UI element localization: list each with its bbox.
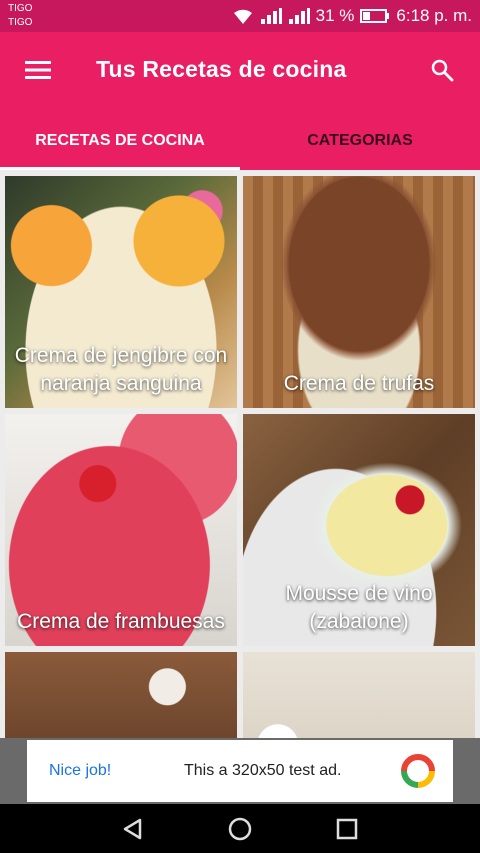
status-bar: TIGO TIGO 31 % 6:18 p. m.	[0, 0, 480, 32]
hamburger-menu-icon	[25, 61, 51, 79]
recipe-card[interactable]: Crema de trufas	[243, 176, 475, 408]
signal-icon	[260, 8, 282, 24]
carrier-label-secondary: TIGO	[8, 17, 33, 28]
tab-recetas-de-cocina[interactable]: RECETAS DE COCINA	[0, 112, 240, 170]
menu-button[interactable]	[18, 52, 58, 88]
ad-logo-icon	[401, 754, 435, 788]
app-title: Tus Recetas de cocina	[96, 56, 347, 82]
recents-square-icon	[336, 818, 358, 840]
recents-button[interactable]	[334, 816, 360, 842]
signal-icon-secondary	[288, 8, 310, 24]
recipe-card[interactable]	[243, 652, 475, 738]
recipe-card[interactable]: Crema de jengibre con naranja sanguina	[5, 176, 237, 408]
recipe-grid[interactable]: Crema de jengibre con naranja sanguina C…	[0, 170, 480, 738]
recipe-title: Crema de trufas	[283, 372, 435, 395]
ad-nice-label: Nice job!	[49, 762, 112, 779]
recipe-card[interactable]	[5, 652, 237, 738]
tab-bar: RECETAS DE COCINA CATEGORIAS	[0, 112, 480, 170]
app-bar: Tus Recetas de cocina RECETAS DE COCINA …	[0, 32, 480, 170]
recipe-title: Crema de frambuesas	[17, 610, 225, 633]
ad-content[interactable]: Nice job! This a 320x50 test ad.	[27, 740, 453, 802]
search-button[interactable]	[422, 52, 462, 88]
ad-banner[interactable]: Nice job! This a 320x50 test ad.	[0, 738, 480, 804]
wifi-icon	[233, 9, 252, 24]
back-button[interactable]	[120, 816, 146, 842]
battery-percent: 31 %	[315, 6, 355, 25]
ad-text: This a 320x50 test ad.	[184, 762, 342, 779]
recipe-title: Mousse de vino (zabaione)	[285, 582, 433, 633]
recipe-image	[243, 652, 475, 738]
system-nav-bar	[0, 804, 480, 853]
battery-icon	[360, 9, 390, 23]
recipe-card[interactable]: Crema de frambuesas	[5, 414, 237, 646]
search-icon	[431, 59, 454, 82]
recipe-title: Crema de jengibre con naranja sanguina	[14, 344, 228, 395]
recipe-image	[5, 652, 237, 738]
tab-categorias[interactable]: CATEGORIAS	[240, 112, 480, 170]
home-button[interactable]	[227, 816, 253, 842]
home-circle-icon	[228, 817, 252, 841]
carrier-label: TIGO	[8, 3, 33, 14]
recipe-card[interactable]: Mousse de vino (zabaione)	[243, 414, 475, 646]
back-triangle-icon	[123, 818, 142, 840]
clock: 6:18 p. m.	[396, 6, 472, 25]
